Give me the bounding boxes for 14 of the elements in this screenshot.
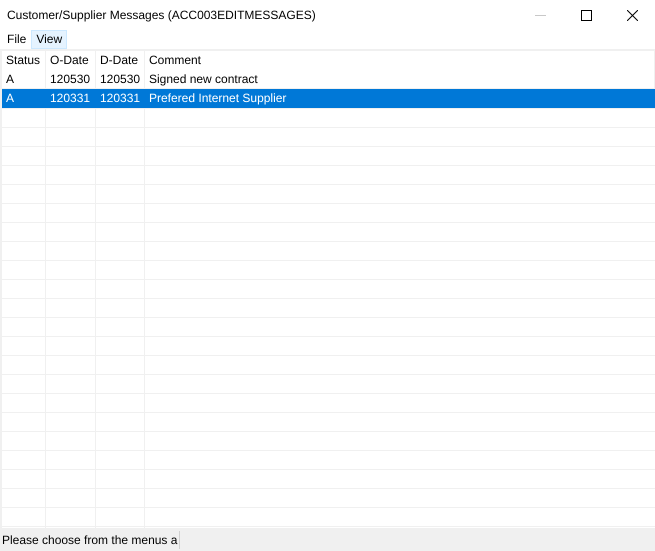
- close-icon: [626, 10, 638, 20]
- table-cell[interactable]: Prefered Internet Supplier: [145, 89, 655, 108]
- table-cell[interactable]: 120530: [46, 70, 96, 89]
- menu-item[interactable]: View: [31, 30, 68, 49]
- table-cell[interactable]: Signed new contract: [145, 70, 655, 89]
- table-cell[interactable]: A: [2, 70, 46, 89]
- window-title: Customer/Supplier Messages (ACC003EDITMESSAGES): [6, 8, 317, 22]
- maximize-icon: [580, 10, 592, 20]
- table-cell[interactable]: 120530: [96, 70, 145, 89]
- table-cell[interactable]: 120331: [96, 89, 145, 108]
- table-cell[interactable]: A: [2, 89, 46, 108]
- status-text: Please choose from the menus a: [0, 530, 180, 548]
- menu-item[interactable]: File: [2, 30, 32, 49]
- table-cell[interactable]: 120331: [46, 89, 96, 108]
